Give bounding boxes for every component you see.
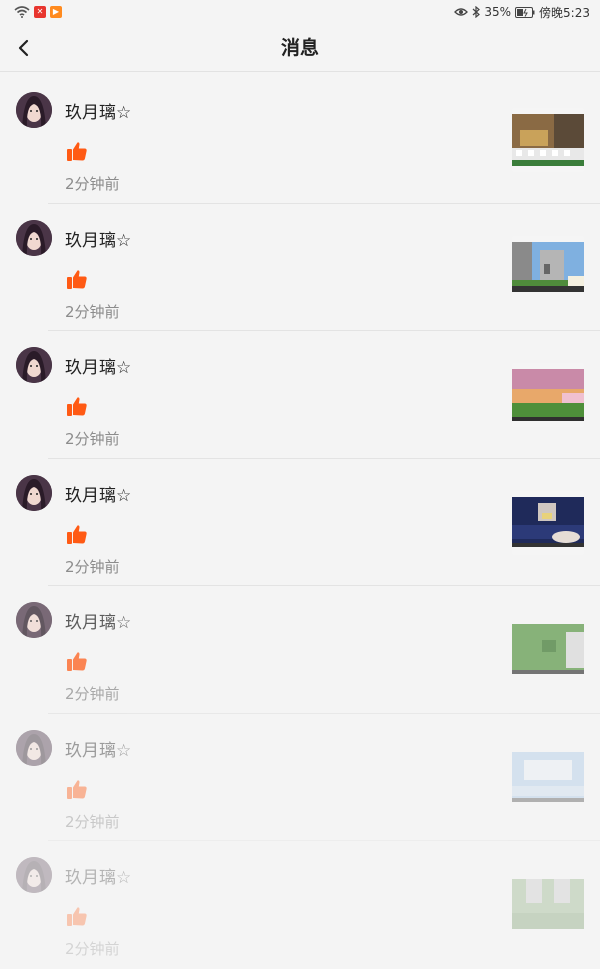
post-thumbnail[interactable] [512,363,584,427]
timestamp: 2分钟前 [65,430,120,448]
app-notification-icon: ✕ [34,6,46,18]
list-item[interactable]: 玖月璃☆ 2分钟前 [0,459,600,586]
list-item[interactable]: 玖月璃☆ 2分钟前 [0,714,600,841]
status-bar-right: 35% 傍晚5:23 [454,4,590,21]
avatar[interactable] [16,857,52,893]
avatar[interactable] [16,474,52,511]
battery-icon [515,6,535,18]
username[interactable]: 玖月璃☆ [65,98,131,123]
post-thumbnail[interactable] [512,108,584,172]
timestamp: 2分钟前 [65,812,120,831]
thumbs-up-icon [67,907,87,926]
avatar[interactable] [16,219,52,256]
thumbs-up-icon [67,397,87,416]
timestamp: 2分钟前 [65,175,120,193]
wifi-icon [14,6,30,18]
username[interactable]: 玖月璃☆ [65,353,131,378]
post-thumbnail[interactable] [512,873,584,937]
post-thumbnail[interactable] [512,745,584,810]
list-item[interactable]: 玖月璃☆ 2分钟前 [0,331,600,459]
bluetooth-icon [472,6,481,18]
post-thumbnail[interactable] [512,490,584,555]
thumbs-up-icon [67,779,87,799]
avatar[interactable] [16,92,52,128]
status-bar-left: ✕ ▶ [14,6,62,18]
message-list[interactable]: 玖月璃☆ 2分钟前 玖月璃☆ 2分钟前 玖月璃☆ 2分钟前 玖月璃☆ 2分钟前 … [0,76,600,969]
username[interactable]: 玖月璃☆ [65,736,131,761]
timestamp: 2分钟前 [65,940,120,958]
clock: 傍晚5:23 [539,5,590,20]
username[interactable]: 玖月璃☆ [65,863,131,888]
video-app-notification-icon: ▶ [50,6,62,18]
timestamp: 2分钟前 [65,685,120,703]
battery-percent: 35% [484,5,512,19]
header: 消息 [0,24,600,72]
avatar[interactable] [16,347,52,383]
avatar[interactable] [16,729,52,766]
post-thumbnail[interactable] [512,618,584,682]
timestamp: 2分钟前 [65,302,120,321]
page-title: 消息 [280,37,319,59]
status-bar: ✕ ▶ 35% 傍晚5:23 [0,0,600,24]
post-thumbnail[interactable] [512,235,584,300]
thumbs-up-icon [67,142,87,161]
list-item[interactable]: 玖月璃☆ 2分钟前 [0,841,600,969]
eye-icon [454,8,469,16]
username[interactable]: 玖月璃☆ [65,481,131,506]
thumbs-up-icon [67,652,87,671]
username[interactable]: 玖月璃☆ [65,608,131,633]
list-item[interactable]: 玖月璃☆ 2分钟前 [0,204,600,331]
list-item[interactable]: 玖月璃☆ 2分钟前 [0,76,600,204]
thumbs-up-icon [67,524,87,544]
list-item[interactable]: 玖月璃☆ 2分钟前 [0,586,600,714]
timestamp: 2分钟前 [65,557,120,576]
username[interactable]: 玖月璃☆ [65,226,131,251]
avatar[interactable] [16,602,52,638]
thumbs-up-icon [67,269,87,289]
